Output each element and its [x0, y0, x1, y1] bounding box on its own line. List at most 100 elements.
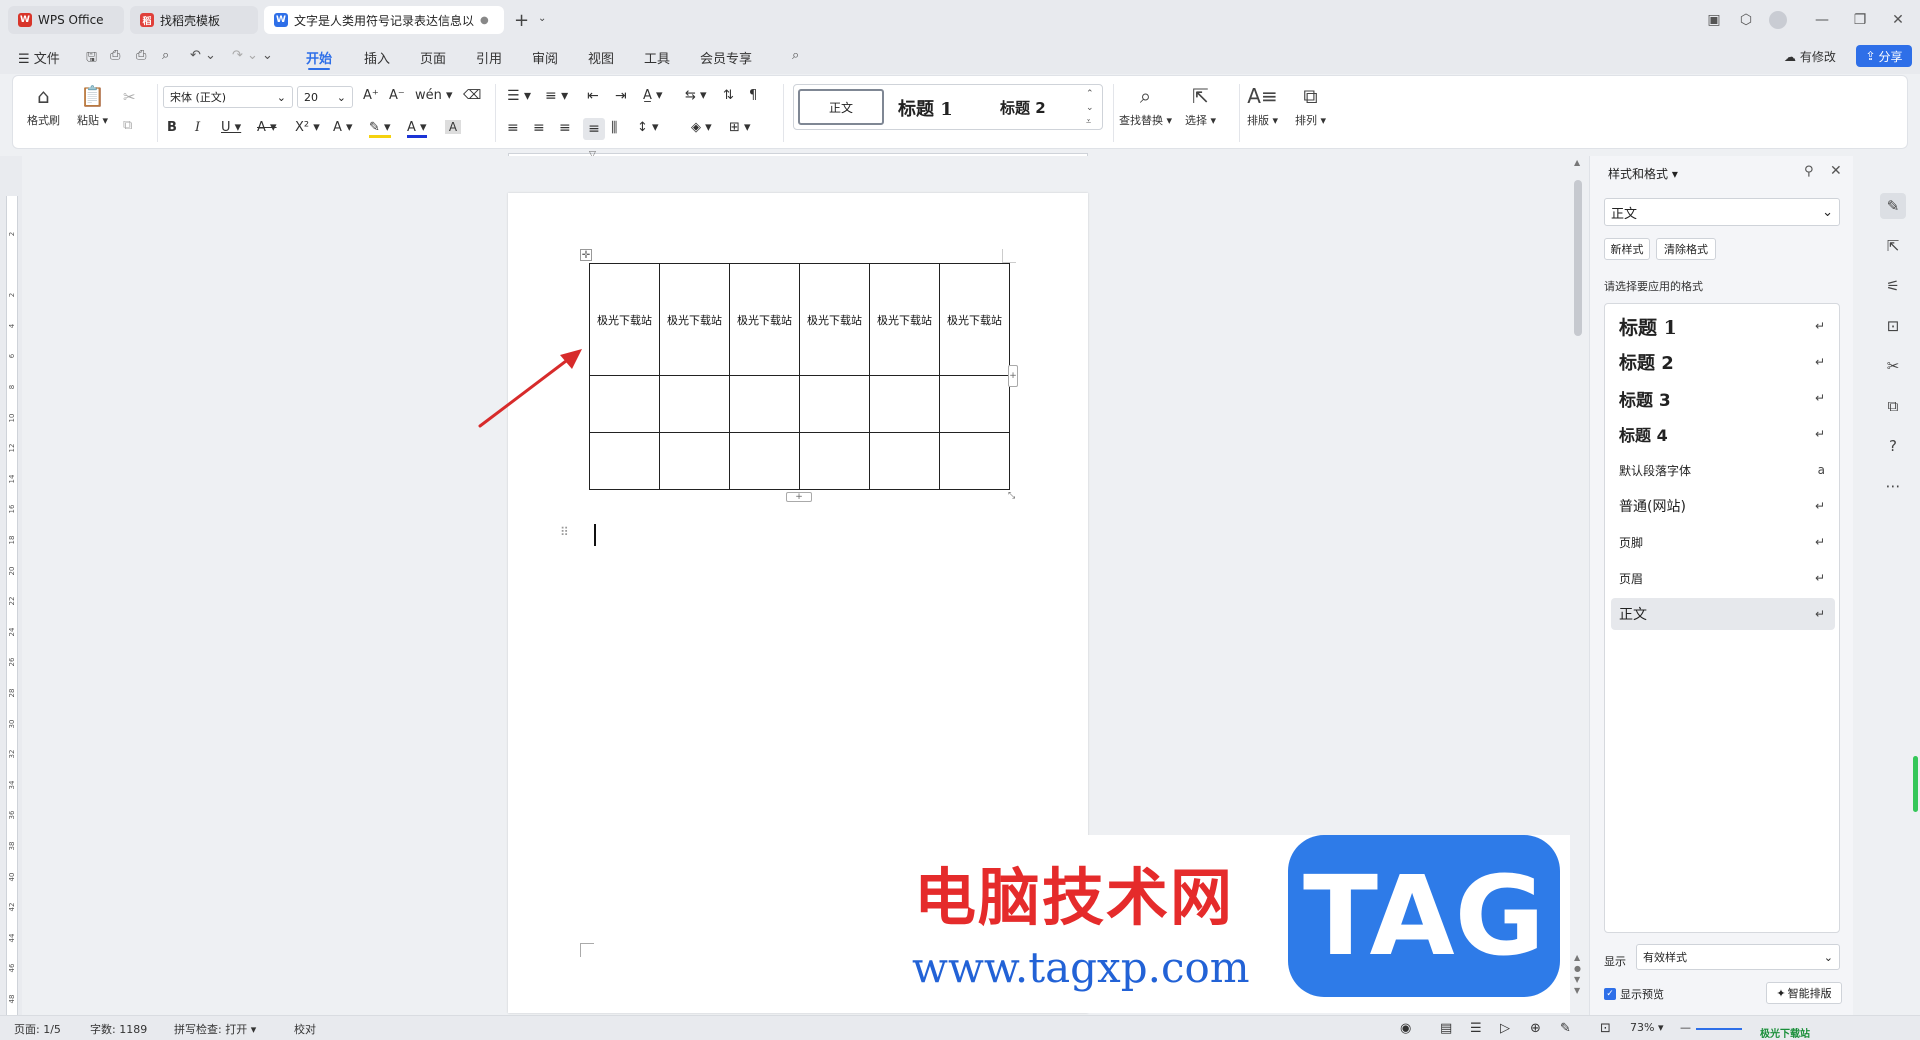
- search-icon[interactable]: ⌕: [792, 48, 799, 63]
- select-cursor-icon[interactable]: ⇱: [1880, 233, 1906, 259]
- table-cell[interactable]: [729, 375, 800, 433]
- bold-icon[interactable]: B: [167, 120, 177, 135]
- justify-icon[interactable]: ≡: [583, 118, 605, 140]
- tools-icon[interactable]: ✂: [1880, 353, 1906, 379]
- tab-document[interactable]: W 文字是人类用符号记录表达信息以 ●: [264, 6, 504, 34]
- undo-icon[interactable]: ↶ ⌄: [190, 48, 216, 63]
- scroll-thumb[interactable]: [1574, 180, 1582, 336]
- proofread[interactable]: 校对: [294, 1021, 316, 1037]
- tab-page[interactable]: 页面: [420, 48, 446, 67]
- fit-icon[interactable]: ⊡: [1600, 1021, 1611, 1036]
- arrange-button[interactable]: ⧉ 排列 ▾: [1295, 84, 1326, 128]
- shading-icon[interactable]: ◈ ▾: [691, 120, 712, 135]
- sort-icon[interactable]: ⇅: [723, 88, 734, 103]
- page-view-icon[interactable]: ▤: [1440, 1021, 1452, 1036]
- image-edit-icon[interactable]: ⊡: [1880, 313, 1906, 339]
- clear-format-icon[interactable]: ⌫: [463, 88, 481, 103]
- outline-view-icon[interactable]: ☰: [1470, 1021, 1482, 1036]
- table-resize-handle-icon[interactable]: ⤡: [1008, 491, 1015, 501]
- zoom-level[interactable]: 73% ▾: [1630, 1021, 1663, 1034]
- table-cell[interactable]: [799, 432, 870, 490]
- spell-check[interactable]: 拼写检查: 打开 ▾: [174, 1021, 256, 1037]
- save-icon[interactable]: 🖫: [86, 48, 97, 70]
- new-style-button[interactable]: 新样式: [1604, 238, 1650, 260]
- redo-icon[interactable]: ↷ ⌄: [232, 48, 258, 63]
- unsaved-dot-icon[interactable]: ●: [480, 15, 489, 26]
- table-cell[interactable]: [869, 375, 940, 433]
- italic-icon[interactable]: I: [195, 120, 200, 135]
- paste-button[interactable]: 📋 粘贴 ▾: [77, 84, 108, 128]
- border-icon[interactable]: ⊞ ▾: [729, 120, 751, 135]
- table-cell[interactable]: [939, 375, 1010, 433]
- numbered-list-icon[interactable]: ≡ ▾: [545, 88, 568, 104]
- tab-list-chevron-icon[interactable]: ⌄: [538, 13, 546, 24]
- style-item-heading-1[interactable]: 标题 1 ↵: [1611, 310, 1835, 342]
- zoom-out-icon[interactable]: —: [1680, 1021, 1691, 1034]
- document-table[interactable]: 极光下载站 极光下载站 极光下载站 极光下载站 极光下载站 极光下载站: [589, 263, 1010, 490]
- tab-insert[interactable]: 插入: [364, 48, 390, 67]
- add-row-icon[interactable]: +: [786, 492, 812, 502]
- more-icon[interactable]: ⋯: [1880, 473, 1906, 499]
- copy-icon[interactable]: ⧉: [123, 118, 132, 133]
- table-cell[interactable]: [729, 432, 800, 490]
- format-painter-button[interactable]: ⌂ 格式刷: [27, 84, 60, 128]
- minimize-icon[interactable]: —: [1808, 8, 1836, 32]
- bullet-list-icon[interactable]: ☰ ▾: [507, 88, 531, 104]
- tab-view[interactable]: 视图: [588, 48, 614, 67]
- table-cell[interactable]: 极光下载站: [869, 263, 940, 376]
- decrease-indent-icon[interactable]: ⇤: [587, 88, 599, 104]
- style-normal[interactable]: 正文: [798, 89, 884, 125]
- current-style-select[interactable]: 正文 ⌄: [1604, 198, 1840, 226]
- scroll-up-icon[interactable]: ▲: [1574, 158, 1580, 167]
- cube-icon[interactable]: ⬡: [1732, 8, 1760, 32]
- style-scroll-icon[interactable]: ⌃ ⌄ ⩡: [1086, 87, 1094, 129]
- font-size-select[interactable]: 20 ⌄: [297, 86, 353, 108]
- print-preview-icon[interactable]: ⌕: [162, 48, 169, 63]
- book-icon[interactable]: ⧉: [1880, 393, 1906, 419]
- drag-handle-icon[interactable]: ⠿: [560, 525, 569, 539]
- strikethrough-icon[interactable]: A ▾: [257, 120, 277, 135]
- table-cell[interactable]: 极光下载站: [659, 263, 730, 376]
- line-spacing-icon[interactable]: ↕ ▾: [637, 120, 659, 135]
- table-move-handle-icon[interactable]: ✛: [580, 249, 592, 261]
- grow-font-icon[interactable]: A⁺: [363, 88, 379, 103]
- play-icon[interactable]: ▷: [1500, 1021, 1510, 1036]
- page-count[interactable]: 页面: 1/5: [14, 1021, 61, 1037]
- style-heading-2[interactable]: 标题 2: [1000, 97, 1046, 118]
- table-cell[interactable]: 极光下载站: [589, 263, 660, 376]
- properties-sliders-icon[interactable]: ⚟: [1880, 273, 1906, 299]
- table-cell[interactable]: [869, 432, 940, 490]
- show-marks-icon[interactable]: ¶: [749, 88, 757, 103]
- underline-icon[interactable]: U ▾: [221, 120, 241, 135]
- table-cell[interactable]: [659, 375, 730, 433]
- share-button[interactable]: ⇪ 分享: [1856, 45, 1912, 67]
- increase-indent-icon[interactable]: ⇥: [615, 88, 627, 104]
- zoom-slider[interactable]: [1696, 1028, 1742, 1030]
- char-shading-icon[interactable]: A: [445, 120, 461, 134]
- layout-icon[interactable]: ▣: [1700, 8, 1728, 32]
- table-cell[interactable]: 极光下载站: [799, 263, 870, 376]
- tab-review[interactable]: 审阅: [532, 48, 558, 67]
- tab-tools[interactable]: 工具: [644, 48, 670, 67]
- align-right-icon[interactable]: ≡: [559, 120, 571, 136]
- shrink-font-icon[interactable]: A⁻: [389, 88, 405, 103]
- find-replace-button[interactable]: ⌕ 查找替换 ▾: [1119, 84, 1172, 128]
- new-tab-plus-icon[interactable]: +: [514, 10, 529, 31]
- style-heading-1[interactable]: 标题 1: [898, 95, 953, 121]
- add-column-icon[interactable]: +: [1008, 365, 1018, 387]
- style-item-web-normal[interactable]: 普通(网站) ↵: [1611, 490, 1835, 522]
- web-view-icon[interactable]: ⊕: [1530, 1021, 1541, 1036]
- write-icon[interactable]: ✎: [1560, 1021, 1571, 1036]
- vertical-ruler[interactable]: 2 2 4 6 8 10 12 14 16 18 20 22 24 26 28 30 32 34 36 38 40 42 4…: [0, 156, 22, 1016]
- table-cell[interactable]: [939, 432, 1010, 490]
- table-cell[interactable]: 极光下载站: [729, 263, 800, 376]
- show-filter-select[interactable]: 有效样式 ⌄: [1636, 944, 1840, 970]
- style-item-default-font[interactable]: 默认段落字体 a: [1611, 454, 1835, 486]
- style-item-header[interactable]: 页眉 ↵: [1611, 562, 1835, 594]
- more-chevron-icon[interactable]: ⌄: [262, 48, 273, 63]
- layout-button[interactable]: A≡ 排版 ▾: [1247, 84, 1278, 128]
- pin-icon[interactable]: ⚲: [1804, 164, 1814, 179]
- clear-format-button[interactable]: 清除格式: [1656, 238, 1716, 260]
- word-count[interactable]: 字数: 1189: [90, 1021, 147, 1037]
- close-icon[interactable]: ✕: [1884, 8, 1912, 32]
